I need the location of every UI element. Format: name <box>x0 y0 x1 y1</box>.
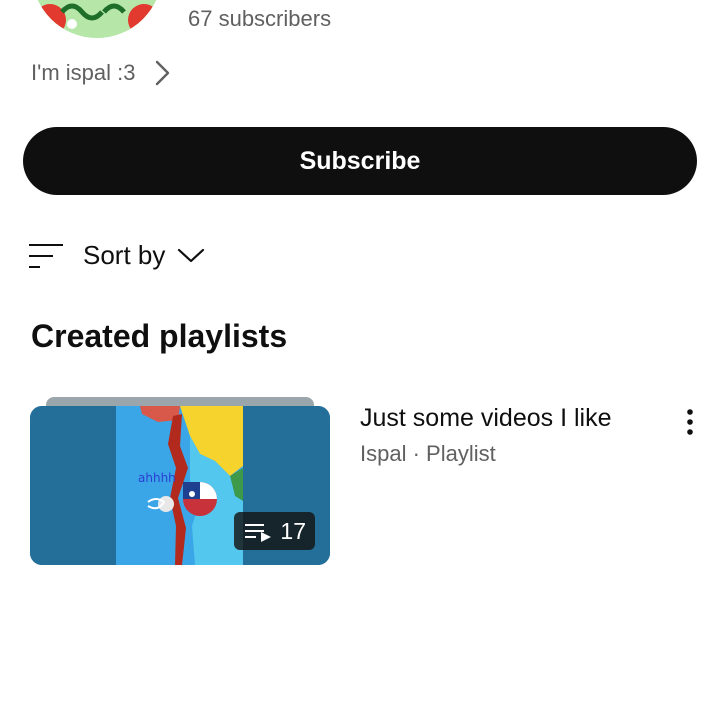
subscribe-button[interactable]: Subscribe <box>23 127 697 195</box>
channel-description: I'm ispal :3 <box>31 60 136 85</box>
sort-by-button[interactable]: Sort by <box>28 240 205 271</box>
video-count-badge: 17 <box>234 512 315 550</box>
video-count: 17 <box>280 517 306 544</box>
playlist-meta: Ispal · Playlist <box>360 441 496 466</box>
thumbnail-caption: ahhhh <box>138 471 176 485</box>
sort-lines-icon <box>29 243 63 268</box>
playlist-title[interactable]: Just some videos I like <box>360 404 612 433</box>
channel-description-link[interactable]: I'm ispal :3 <box>31 58 173 88</box>
section-title: Created playlists <box>31 318 288 354</box>
more-options-button[interactable] <box>676 404 704 442</box>
playlist-thumbnail[interactable]: ahhhh 17 <box>30 406 330 565</box>
avatar-art <box>32 0 162 38</box>
playlist-play-icon <box>245 524 272 542</box>
channel-avatar[interactable] <box>32 0 162 38</box>
chevron-right-icon <box>156 60 170 86</box>
sort-by-label: Sort by <box>83 240 166 270</box>
chevron-down-icon <box>178 248 205 262</box>
subscriber-count: 67 subscribers <box>188 6 332 31</box>
more-vert-icon <box>687 409 693 435</box>
